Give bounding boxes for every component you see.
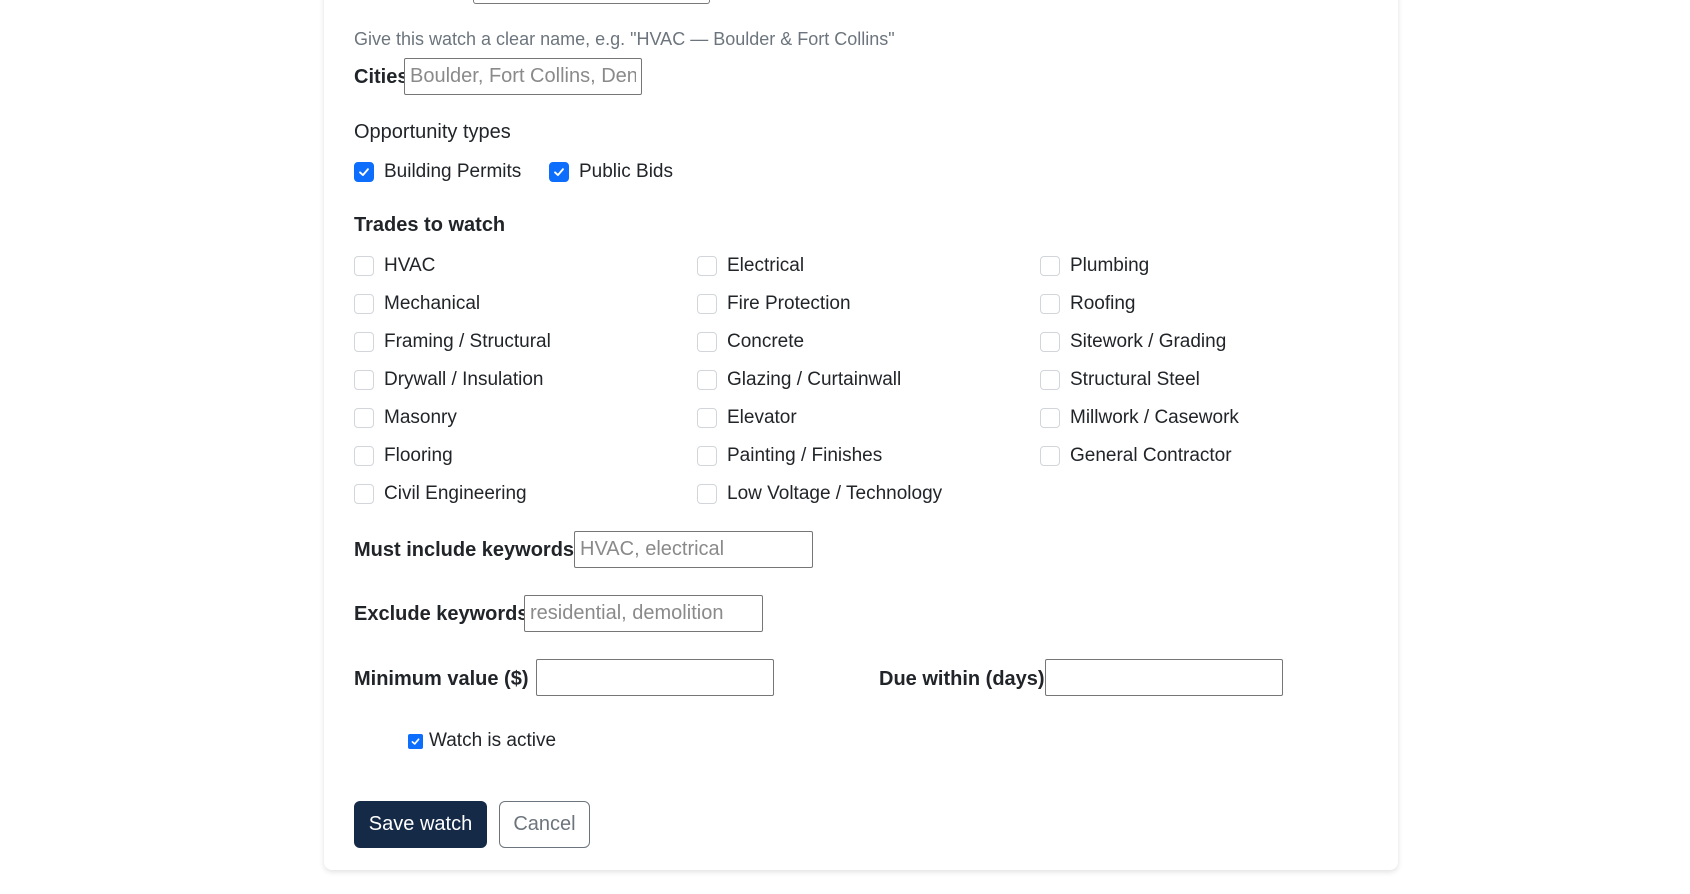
due-within-label: Due within (days): [879, 668, 1045, 690]
trade-low-voltage-technology[interactable]: Low Voltage / Technology: [697, 483, 942, 505]
checkbox[interactable]: [354, 484, 374, 504]
checkbox[interactable]: [354, 408, 374, 428]
trade-label: Framing / Structural: [384, 331, 551, 352]
trade-label: Civil Engineering: [384, 483, 527, 504]
checkbox[interactable]: [697, 446, 717, 466]
minimum-value-input[interactable]: [536, 659, 774, 696]
checked-checkbox[interactable]: [549, 162, 569, 182]
checkbox[interactable]: [1040, 370, 1060, 390]
trade-label: Low Voltage / Technology: [727, 483, 943, 504]
trade-label: HVAC: [384, 255, 436, 276]
trade-label: General Contractor: [1070, 445, 1232, 466]
opportunity-type-label: Building Permits: [384, 161, 522, 182]
exclude-keywords-input[interactable]: [524, 595, 763, 632]
checkbox[interactable]: [697, 370, 717, 390]
checkbox[interactable]: [1040, 446, 1060, 466]
checkbox[interactable]: [1040, 294, 1060, 314]
trade-sitework-grading[interactable]: Sitework / Grading: [1040, 331, 1226, 353]
due-within-input[interactable]: [1045, 659, 1283, 696]
trade-label: Structural Steel: [1070, 369, 1200, 390]
include-keywords-input[interactable]: [574, 531, 813, 568]
opportunity-type-building-permits[interactable]: Building Permits: [354, 161, 521, 183]
checkbox[interactable]: [697, 256, 717, 276]
checkbox[interactable]: [354, 370, 374, 390]
trade-electrical[interactable]: Electrical: [697, 255, 804, 277]
trade-millwork-casework[interactable]: Millwork / Casework: [1040, 407, 1239, 429]
trade-structural-steel[interactable]: Structural Steel: [1040, 369, 1200, 391]
trade-label: Mechanical: [384, 293, 481, 314]
trade-glazing-curtainwall[interactable]: Glazing / Curtainwall: [697, 369, 901, 391]
checkbox[interactable]: [354, 332, 374, 352]
trade-label: Drywall / Insulation: [384, 369, 544, 390]
trade-fire-protection[interactable]: Fire Protection: [697, 293, 851, 315]
minimum-value-label: Minimum value ($): [354, 668, 529, 690]
checkbox[interactable]: [697, 408, 717, 428]
cancel-button[interactable]: Cancel: [499, 801, 590, 848]
watch-active-toggle[interactable]: Watch is active: [408, 730, 556, 752]
save-watch-button[interactable]: Save watch: [354, 801, 487, 848]
trade-plumbing[interactable]: Plumbing: [1040, 255, 1149, 277]
trade-label: Concrete: [727, 331, 805, 352]
cities-input[interactable]: [404, 58, 642, 95]
checkbox[interactable]: [697, 332, 717, 352]
opportunity-type-label: Public Bids: [579, 161, 673, 182]
checkbox[interactable]: [697, 294, 717, 314]
checkbox[interactable]: [1040, 332, 1060, 352]
cities-label: Cities: [354, 66, 409, 88]
watch-form-card: Give this watch a clear name, e.g. "HVAC…: [324, 0, 1398, 870]
check-icon: [411, 737, 420, 745]
trade-elevator[interactable]: Elevator: [697, 407, 797, 429]
opportunity-type-public-bids[interactable]: Public Bids: [549, 161, 673, 183]
trade-label: Sitework / Grading: [1070, 331, 1227, 352]
trade-roofing[interactable]: Roofing: [1040, 293, 1136, 315]
watch-name-input[interactable]: [473, 0, 710, 4]
checked-checkbox[interactable]: [408, 733, 423, 749]
include-keywords-label: Must include keywords: [354, 539, 575, 561]
trade-hvac[interactable]: HVAC: [354, 255, 435, 277]
trade-general-contractor[interactable]: General Contractor: [1040, 445, 1232, 467]
trade-label: Millwork / Casework: [1070, 407, 1239, 428]
trade-civil-engineering[interactable]: Civil Engineering: [354, 483, 527, 505]
trades-title: Trades to watch: [354, 214, 506, 236]
trade-masonry[interactable]: Masonry: [354, 407, 457, 429]
trade-label: Glazing / Curtainwall: [727, 369, 902, 390]
trade-flooring[interactable]: Flooring: [354, 445, 453, 467]
trade-label: Elevator: [727, 407, 797, 428]
trade-mechanical[interactable]: Mechanical: [354, 293, 480, 315]
watch-active-label: Watch is active: [429, 730, 557, 751]
trade-label: Fire Protection: [727, 293, 851, 314]
trade-label: Masonry: [384, 407, 457, 428]
trade-framing-structural[interactable]: Framing / Structural: [354, 331, 551, 353]
checkbox[interactable]: [697, 484, 717, 504]
check-icon: [554, 168, 564, 177]
trade-concrete[interactable]: Concrete: [697, 331, 804, 353]
trade-label: Painting / Finishes: [727, 445, 883, 466]
checkbox[interactable]: [354, 294, 374, 314]
checked-checkbox[interactable]: [354, 162, 374, 182]
checkbox[interactable]: [354, 256, 374, 276]
trade-drywall-insulation[interactable]: Drywall / Insulation: [354, 369, 543, 391]
trade-label: Plumbing: [1070, 255, 1150, 276]
trade-label: Roofing: [1070, 293, 1136, 314]
checkbox[interactable]: [1040, 408, 1060, 428]
opportunity-types-title: Opportunity types: [354, 121, 511, 143]
trade-painting-finishes[interactable]: Painting / Finishes: [697, 445, 882, 467]
checkbox[interactable]: [1040, 256, 1060, 276]
trade-label: Electrical: [727, 255, 805, 276]
check-icon: [359, 168, 369, 177]
checkbox[interactable]: [354, 446, 374, 466]
watch-name-help: Give this watch a clear name, e.g. "HVAC…: [354, 29, 895, 49]
exclude-keywords-label: Exclude keywords: [354, 603, 529, 625]
trade-label: Flooring: [384, 445, 453, 466]
